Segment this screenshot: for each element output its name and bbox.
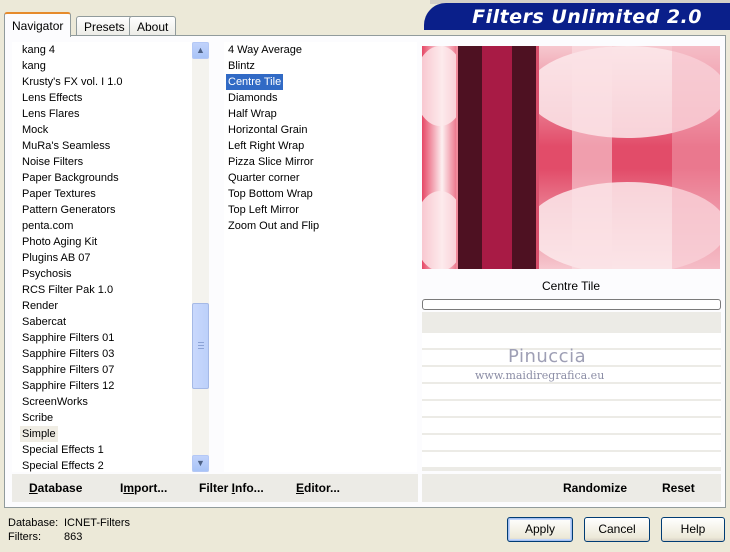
editor-button[interactable]: Editor... [296,481,340,495]
filter-info-button[interactable]: Filter Info... [199,481,264,495]
filter-item[interactable]: Diamonds [226,90,280,106]
category-item[interactable]: Mock [20,122,50,138]
banner-title: Filters Unlimited 2.0 [472,6,702,28]
category-item[interactable]: ScreenWorks [20,394,90,410]
category-item[interactable]: Scribe [20,410,55,426]
parameter-slot[interactable] [422,401,721,416]
category-scrollbar[interactable]: ▲ ▼ [192,42,209,472]
watermark-site: www.maidiregrafica.eu [475,369,605,382]
filters-count: 863 [64,531,83,543]
category-item[interactable]: penta.com [20,218,75,234]
category-item[interactable]: Sapphire Filters 01 [20,330,116,346]
filter-item[interactable]: Left Right Wrap [226,138,306,154]
filters-label: Filters: [8,531,41,543]
category-item[interactable]: Sapphire Filters 07 [20,362,116,378]
parameter-slot[interactable] [422,418,721,433]
category-item[interactable]: Noise Filters [20,154,85,170]
randomize-button[interactable]: Randomize [563,481,627,495]
database-value: ICNET-Filters [64,517,130,529]
apply-button[interactable]: Apply [507,517,573,542]
database-button[interactable]: Database [29,481,82,495]
left-toolbar: Database Import... Filter Info... Editor… [12,474,418,502]
category-item[interactable]: Paper Backgrounds [20,170,121,186]
category-item[interactable]: Plugins AB 07 [20,250,93,266]
scroll-thumb[interactable] [192,303,209,389]
scroll-down-icon[interactable]: ▼ [192,455,209,472]
tab-about[interactable]: About [129,16,177,36]
filter-item[interactable]: Top Left Mirror [226,202,301,218]
filter-item[interactable]: Horizontal Grain [226,122,309,138]
preview-filter-name: Centre Tile [541,279,601,293]
category-item[interactable]: Simple [20,426,58,442]
reset-button[interactable]: Reset [662,481,695,495]
category-item[interactable]: Sabercat [20,314,68,330]
category-item[interactable]: Sapphire Filters 12 [20,378,116,394]
category-item[interactable]: Photo Aging Kit [20,234,99,250]
category-item[interactable]: MuRa's Seamless [20,138,112,154]
status-info: Database: ICNET-Filters Filters: 863 [8,516,130,544]
category-item[interactable]: Pattern Generators [20,202,118,218]
parameter-slot[interactable] [422,452,721,467]
category-item[interactable]: Special Effects 1 [20,442,106,458]
tab-presets[interactable]: Presets [76,16,133,36]
category-item[interactable]: Lens Flares [20,106,81,122]
filter-list[interactable]: 4 Way Average Blintz Centre Tile Diamonds Ha… [224,42,417,472]
category-item[interactable]: Psychosis [20,266,74,282]
import-button[interactable]: Import... [120,481,167,495]
tab-strip: Navigator Presets About [4,12,424,37]
category-item[interactable]: RCS Filter Pak 1.0 [20,282,115,298]
category-item[interactable]: Special Effects 2 [20,458,106,474]
category-item[interactable]: kang [20,58,48,74]
parameter-slot[interactable] [422,384,721,399]
filter-item[interactable]: Centre Tile [226,74,284,90]
scroll-up-icon[interactable]: ▲ [192,42,209,59]
progress-bar [422,299,721,310]
category-item[interactable]: Paper Textures [20,186,98,202]
preview-image [422,46,720,269]
filter-item[interactable]: Quarter corner [226,170,302,186]
category-list[interactable]: kang 4 kang Krusty's FX vol. I 1.0 Lens Eff… [12,42,194,472]
category-item[interactable]: Lens Effects [20,90,84,106]
tab-navigator[interactable]: Navigator [4,12,72,37]
preview-art [422,46,720,269]
watermark-name: Pinuccia [508,346,587,367]
filter-item[interactable]: Half Wrap [226,106,279,122]
parameter-area [422,312,721,471]
help-button[interactable]: Help [661,517,725,542]
filter-item[interactable]: Zoom Out and Flip [226,218,321,234]
filter-item[interactable]: Blintz [226,58,257,74]
right-toolbar: Randomize Reset [422,474,721,502]
filter-item[interactable]: Pizza Slice Mirror [226,154,316,170]
title-banner: Filters Unlimited 2.0 [424,3,730,30]
category-item[interactable]: Render [20,298,60,314]
cancel-button[interactable]: Cancel [584,517,650,542]
parameter-slot[interactable] [422,435,721,450]
filter-item[interactable]: 4 Way Average [226,42,304,58]
category-item[interactable]: Krusty's FX vol. I 1.0 [20,74,125,90]
database-label: Database: [8,517,59,529]
category-item[interactable]: kang 4 [20,42,57,58]
filter-item[interactable]: Top Bottom Wrap [226,186,315,202]
category-item[interactable]: Sapphire Filters 03 [20,346,116,362]
